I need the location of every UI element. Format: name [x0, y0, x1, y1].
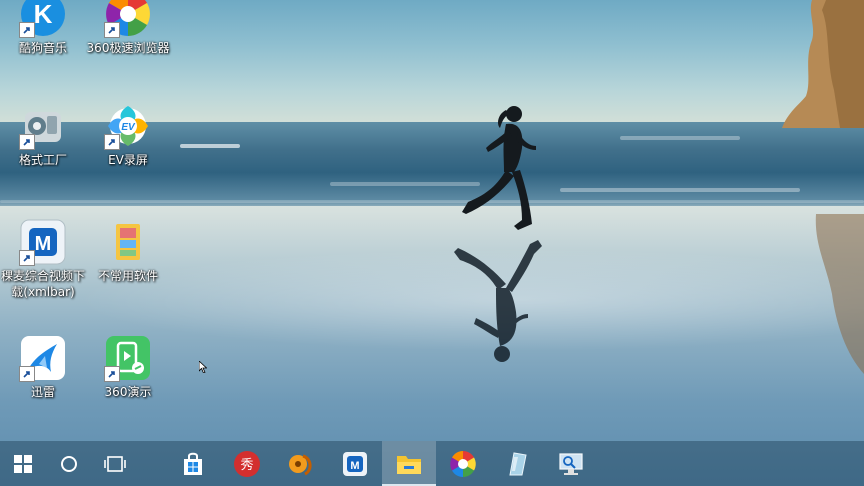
xiu-icon: 秀	[234, 450, 260, 477]
desktop-icon-label: 稞麦综合视频下载(xmlbar)	[0, 269, 85, 299]
360-speed-browser-icon	[104, 0, 152, 38]
windows-logo-icon	[14, 454, 32, 473]
glass-icon	[509, 451, 527, 475]
shortcut-arrow-icon	[19, 366, 35, 382]
taskbar-windows-store[interactable]	[166, 441, 220, 486]
360-presentation-icon	[104, 334, 152, 382]
taskbar: 秀 M	[0, 441, 864, 486]
xmlbar-downloader-icon: M	[19, 218, 67, 266]
taskbar-remote-desktop[interactable]	[544, 441, 598, 486]
cortana-search-button[interactable]	[46, 441, 92, 486]
taskbar-xmlbar-app[interactable]: M	[328, 441, 382, 486]
taskbar-xiu-app[interactable]: 秀	[220, 441, 274, 486]
taskbar-media-app[interactable]	[274, 441, 328, 486]
desktop-icon-label: 360演示	[104, 385, 152, 399]
start-button[interactable]	[0, 441, 46, 486]
desktop-icon-label: 迅雷	[30, 385, 55, 399]
svg-text:秀: 秀	[240, 458, 253, 473]
svg-text:M: M	[35, 233, 52, 255]
xmlbar-icon: M	[343, 451, 367, 476]
shortcut-arrow-icon	[19, 22, 35, 38]
taskbar-file-explorer[interactable]	[382, 441, 436, 486]
runner-silhouette	[462, 106, 536, 230]
desktop-icon-label: 360极速浏览器	[86, 41, 170, 55]
task-view-button[interactable]	[92, 441, 138, 486]
kugou-music-icon: K	[19, 0, 67, 38]
shortcut-arrow-icon	[19, 250, 35, 266]
format-factory-icon	[19, 102, 67, 150]
taskbar-glass-app[interactable]	[490, 441, 544, 486]
runner-reflection	[454, 240, 542, 362]
xunlei-icon	[19, 334, 67, 382]
shortcut-arrow-icon	[104, 366, 120, 382]
sea-cliff	[782, 0, 864, 128]
store-bag-icon	[184, 452, 202, 475]
desktop-icon-format-factory[interactable]: 格式工厂	[1, 102, 85, 168]
folder-icon	[397, 455, 421, 474]
svg-text:K: K	[34, 0, 53, 29]
shortcut-arrow-icon	[19, 134, 35, 150]
desktop-icon-xunlei[interactable]: 迅雷	[1, 334, 85, 400]
ev-screen-recorder-icon: EV	[104, 102, 152, 150]
desktop-icon-label: 酷狗音乐	[18, 41, 67, 55]
circle-icon	[61, 455, 77, 472]
desktop-icon-ev-recorder[interactable]: EV EV录屏	[86, 102, 170, 168]
svg-text:M: M	[350, 460, 359, 472]
desktop-icon-kugou-music[interactable]: K 酷狗音乐	[1, 0, 85, 56]
shortcut-arrow-icon	[104, 134, 120, 150]
shortcut-arrow-icon	[104, 22, 120, 38]
cliff-reflection	[815, 214, 864, 374]
svg-text:EV: EV	[121, 122, 136, 133]
taskbar-360-browser[interactable]	[436, 441, 490, 486]
mouse-pointer-icon	[199, 361, 207, 373]
desktop-icon-xmlbar[interactable]: M 稞麦综合视频下载(xmlbar)	[1, 218, 85, 300]
desktop-icon-label: EV录屏	[108, 153, 148, 167]
film-reel-icon	[289, 454, 312, 475]
desktop-icon-360-presentation[interactable]: 360演示	[86, 334, 170, 400]
monitor-search-icon	[559, 452, 583, 475]
desktop-icon-360-speed-browser[interactable]: 360极速浏览器	[86, 0, 170, 56]
desktop-icon-label: 格式工厂	[18, 153, 67, 167]
desktop-icon-label: 不常用软件	[97, 269, 158, 283]
desktop-icon-folder[interactable]: 不常用软件	[86, 218, 170, 284]
360-browser-icon	[450, 450, 476, 477]
task-view-icon	[104, 455, 126, 472]
folder-icon	[104, 218, 152, 266]
